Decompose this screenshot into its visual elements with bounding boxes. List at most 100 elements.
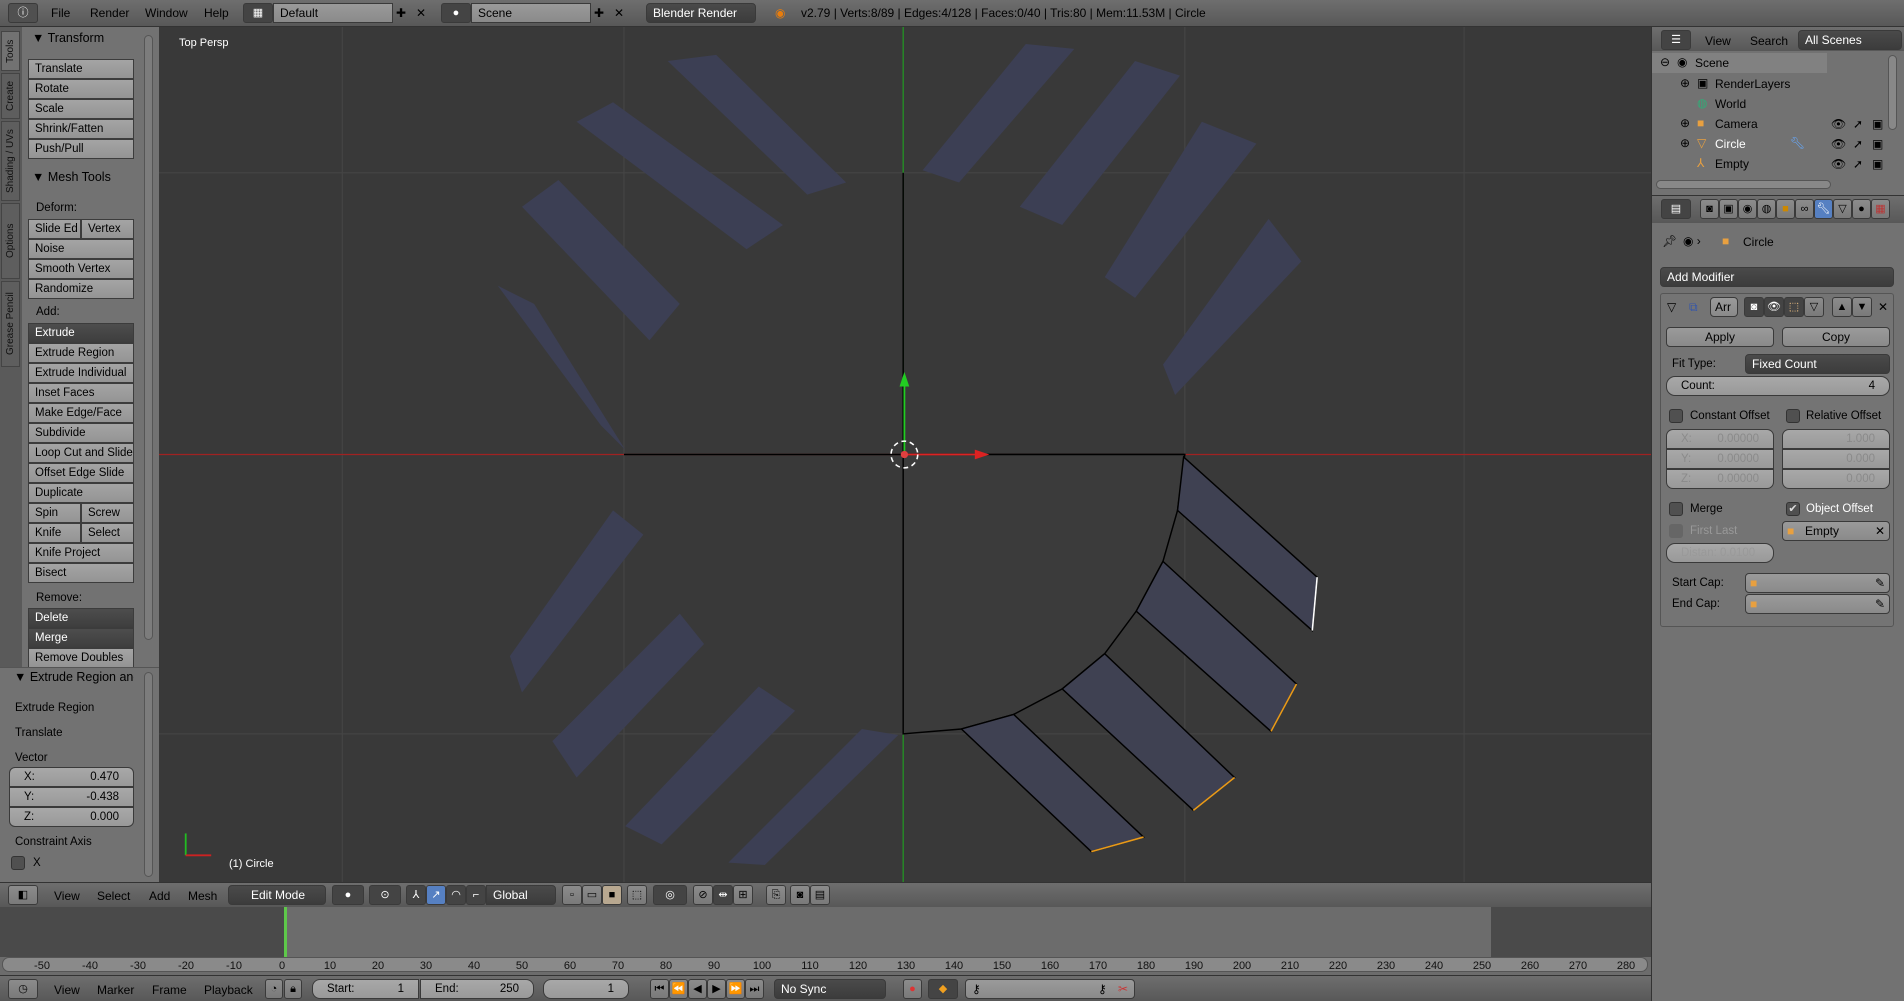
- duplicate-button[interactable]: Duplicate: [28, 483, 134, 503]
- current-frame-indicator[interactable]: [284, 907, 287, 957]
- remove-modifier-icon[interactable]: ✕: [1878, 298, 1888, 316]
- outliner-filter-dropdown[interactable]: All Scenes: [1798, 30, 1902, 50]
- preview-range-icon[interactable]: ◔: [265, 979, 283, 999]
- inset-faces-button[interactable]: Inset Faces: [28, 383, 134, 403]
- delete-keyframe-icon[interactable]: ✂: [1118, 980, 1128, 998]
- extrude-region-button[interactable]: Extrude Region: [28, 343, 134, 363]
- expand-icon[interactable]: ⊕: [1680, 114, 1690, 132]
- relative-offset-y-field[interactable]: 0.000: [1782, 449, 1890, 469]
- eyedropper-icon[interactable]: ✎: [1875, 574, 1885, 592]
- render-camera-icon[interactable]: ▣: [1872, 115, 1883, 133]
- constant-offset-y-field[interactable]: Y: 0.00000: [1666, 449, 1774, 469]
- render-engine-dropdown[interactable]: Blender Render: [646, 3, 756, 23]
- menu-frame[interactable]: Frame: [152, 983, 187, 997]
- object-offset-checkbox[interactable]: ✔: [1786, 502, 1800, 516]
- render-toggle-icon[interactable]: ◙: [1744, 297, 1764, 317]
- menu-playback[interactable]: Playback: [204, 983, 253, 997]
- smooth-vertex-button[interactable]: Smooth Vertex: [28, 259, 134, 279]
- bisect-button[interactable]: Bisect: [28, 563, 134, 583]
- first-last-checkbox[interactable]: [1669, 524, 1683, 538]
- vector-y-field[interactable]: Y: -0.438: [9, 787, 134, 807]
- push-pull-button[interactable]: Push/Pull: [28, 139, 134, 159]
- make-edge-face-button[interactable]: Make Edge/Face: [28, 403, 134, 423]
- visibility-eye-icon[interactable]: 👁︎: [1831, 155, 1846, 173]
- close-scene-icon[interactable]: ✕: [612, 4, 626, 22]
- proportional-edit-icon[interactable]: ◎: [653, 885, 687, 905]
- edge-select-icon[interactable]: ▭: [582, 885, 602, 905]
- outliner-vscrollbar[interactable]: [1888, 55, 1897, 130]
- fit-type-dropdown[interactable]: Fixed Count: [1745, 354, 1890, 374]
- constant-offset-z-field[interactable]: Z: 0.00000: [1666, 469, 1774, 489]
- constant-offset-checkbox[interactable]: [1669, 409, 1683, 423]
- tab-shading-uvs[interactable]: Shading / UVs: [1, 121, 20, 201]
- vector-x-field[interactable]: X: 0.470: [9, 767, 134, 787]
- menu-window[interactable]: Window: [145, 6, 188, 20]
- add-modifier-dropdown[interactable]: Add Modifier: [1660, 267, 1894, 287]
- mesh-tools-header[interactable]: ▼ Mesh Tools: [32, 170, 111, 184]
- shrink-fatten-button[interactable]: Shrink/Fatten: [28, 119, 134, 139]
- screw-button[interactable]: Screw: [81, 503, 134, 523]
- timeline[interactable]: [0, 907, 1651, 975]
- record-icon[interactable]: ●: [903, 979, 922, 999]
- knife-project-button[interactable]: Knife Project: [28, 543, 134, 563]
- timeline-ruler[interactable]: [2, 957, 1648, 972]
- render-clip-icon[interactable]: ▤: [810, 885, 830, 905]
- snap-element-icon[interactable]: ⇹: [713, 885, 733, 905]
- texture-tab-icon[interactable]: ▦: [1871, 199, 1890, 219]
- face-select-icon[interactable]: ■: [602, 885, 622, 905]
- properties-editor-icon[interactable]: ▤: [1661, 199, 1691, 219]
- expand-icon[interactable]: ⊕: [1680, 74, 1690, 92]
- outliner-row-renderlayers[interactable]: ⊕ ▣ RenderLayers: [1655, 74, 1887, 94]
- opengl-render-icon[interactable]: ⎘: [766, 885, 786, 905]
- keying-set-field[interactable]: ⚷: [965, 979, 1135, 999]
- subdivide-button[interactable]: Subdivide: [28, 423, 134, 443]
- spin-button[interactable]: Spin: [28, 503, 81, 523]
- rotate-manipulator-icon[interactable]: ◠: [446, 885, 466, 905]
- realtime-toggle-icon[interactable]: 👁︎: [1764, 297, 1784, 317]
- info-editor-icon[interactable]: ⓘ: [8, 3, 38, 23]
- collapse-modifier-icon[interactable]: ▽: [1667, 298, 1676, 316]
- outliner-row-scene[interactable]: ⊖ ◉ Scene: [1655, 53, 1887, 73]
- relative-offset-checkbox[interactable]: [1786, 409, 1800, 423]
- merge-dropdown[interactable]: Merge: [28, 628, 134, 648]
- offset-edge-slide-button[interactable]: Offset Edge Slide: [28, 463, 134, 483]
- operator-header[interactable]: ▼ Extrude Region and: [14, 670, 134, 684]
- randomize-button[interactable]: Randomize: [28, 279, 134, 299]
- select-cursor-icon[interactable]: ➚: [1853, 155, 1863, 173]
- vector-z-field[interactable]: Z: 0.000: [9, 807, 134, 827]
- outliner-hscrollbar[interactable]: [1656, 180, 1831, 189]
- operator-scrollbar[interactable]: [144, 672, 153, 877]
- shading-dropdown[interactable]: ●: [332, 885, 364, 905]
- current-frame-field[interactable]: 1: [543, 979, 629, 999]
- play-reverse-icon[interactable]: ◀: [688, 979, 707, 999]
- render-tab-icon[interactable]: ◙: [1700, 199, 1719, 219]
- jump-keyframe-back-icon[interactable]: ⏪: [669, 979, 688, 999]
- modifier-name-field[interactable]: Arr: [1710, 297, 1738, 317]
- layout-field[interactable]: Default: [273, 3, 393, 23]
- menu-select[interactable]: Select: [97, 889, 130, 903]
- outliner-menu-search[interactable]: Search: [1750, 34, 1788, 48]
- close-layout-icon[interactable]: ✕: [414, 4, 428, 22]
- relative-offset-x-field[interactable]: 1.000: [1782, 429, 1890, 449]
- snap-target-icon[interactable]: ⊞: [733, 885, 753, 905]
- menu-render[interactable]: Render: [90, 6, 129, 20]
- select-cursor-icon[interactable]: ➚: [1853, 115, 1863, 133]
- mode-dropdown[interactable]: Edit Mode: [228, 885, 326, 905]
- menu-mesh[interactable]: Mesh: [188, 889, 217, 903]
- jump-end-icon[interactable]: ⏭: [745, 979, 764, 999]
- visibility-eye-icon[interactable]: 👁︎: [1831, 115, 1846, 133]
- jump-start-icon[interactable]: ⏮: [650, 979, 669, 999]
- slide-edge-button[interactable]: Slide Ed: [28, 219, 81, 239]
- sync-dropdown[interactable]: No Sync: [774, 979, 886, 999]
- jump-keyframe-forward-icon[interactable]: ⏩: [726, 979, 745, 999]
- outliner-menu-view[interactable]: View: [1705, 34, 1731, 48]
- apply-button[interactable]: Apply: [1666, 327, 1774, 347]
- remove-doubles-button[interactable]: Remove Doubles: [28, 648, 134, 668]
- end-cap-field[interactable]: ■ ✎: [1745, 594, 1890, 614]
- menu-add[interactable]: Add: [149, 889, 170, 903]
- render-layers-tab-icon[interactable]: ▣: [1719, 199, 1738, 219]
- scale-button[interactable]: Scale: [28, 99, 134, 119]
- rotate-button[interactable]: Rotate: [28, 79, 134, 99]
- 3d-viewport[interactable]: Top Persp (1) Circle: [159, 27, 1651, 882]
- knife-select-button[interactable]: Select: [81, 523, 134, 543]
